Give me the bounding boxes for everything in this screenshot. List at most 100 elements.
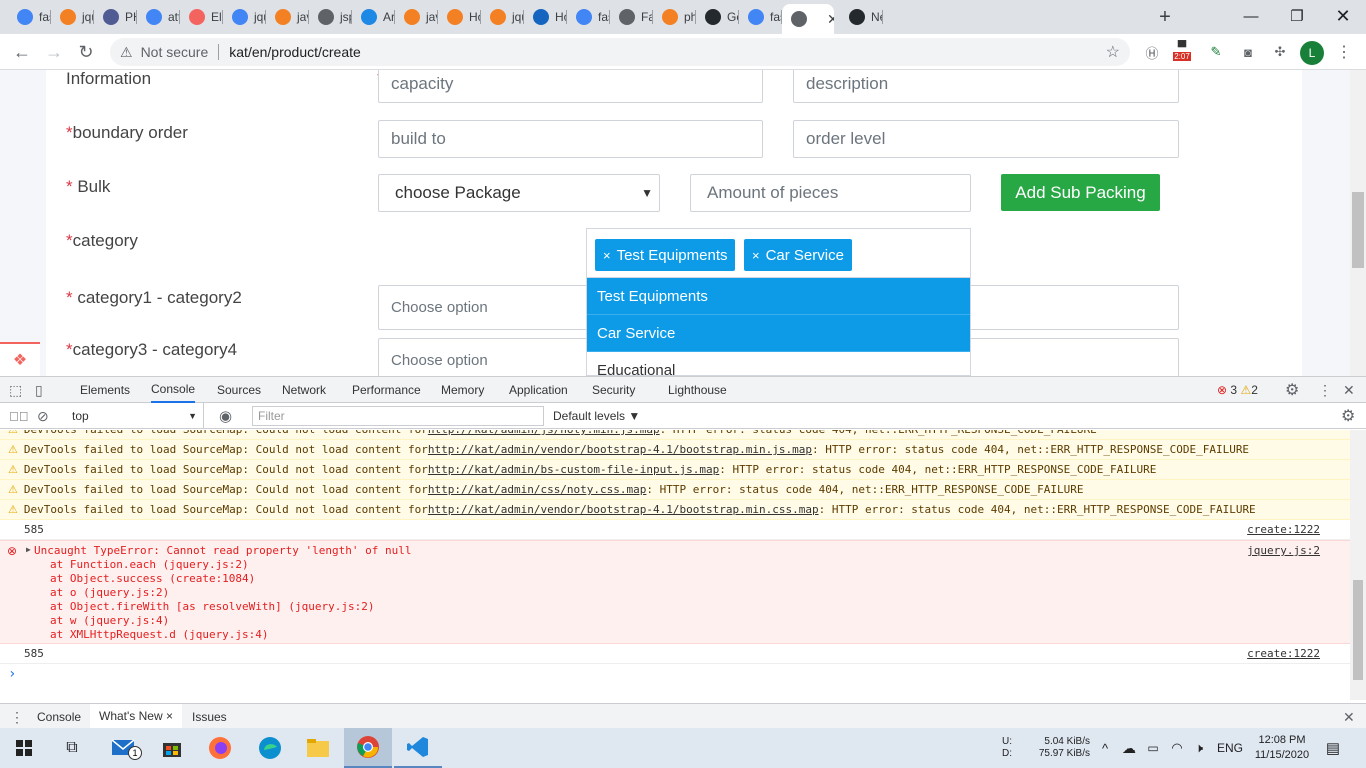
browser-tab[interactable]: java	[395, 4, 438, 30]
browser-tab[interactable]: jqu	[51, 4, 94, 30]
tray-chevron-icon[interactable]: ^	[1096, 728, 1114, 768]
error-count-badge[interactable]: ⊗ 3 ⚠ 2	[1217, 377, 1258, 403]
filter-input[interactable]: Filter	[252, 406, 544, 426]
edge-icon[interactable]	[246, 728, 294, 768]
task-view-icon[interactable]: ⧉	[48, 728, 96, 768]
drawer-tab-whats-new[interactable]: What's New ×	[90, 704, 182, 730]
browser-tab[interactable]: Fas	[610, 4, 653, 30]
browser-tab[interactable]: Ne	[840, 4, 883, 30]
eyedropper-extension-icon[interactable]: ✎	[1206, 42, 1226, 62]
onedrive-cloud-icon[interactable]: ☁	[1118, 728, 1140, 768]
tab-performance[interactable]: Performance	[352, 377, 421, 403]
tab-memory[interactable]: Memory	[441, 377, 484, 403]
inspect-element-icon[interactable]: ⬚	[9, 377, 22, 403]
context-select[interactable]: top ▼	[62, 403, 204, 429]
page-scrollbar-thumb[interactable]	[1352, 192, 1364, 268]
tab-console[interactable]: Console	[151, 377, 196, 403]
page-scrollbar[interactable]	[1350, 70, 1366, 376]
close-window-button[interactable]: ✕	[1320, 0, 1366, 32]
camera-extension-icon[interactable]: ◙	[1238, 42, 1258, 62]
close-tab-icon[interactable]: ✕	[827, 11, 834, 28]
chip-remove-icon[interactable]: ×	[603, 248, 611, 263]
browser-tab[interactable]: Ho	[438, 4, 481, 30]
browser-tab[interactable]: Ge	[696, 4, 739, 30]
error-source-link[interactable]: jquery.js:2	[1247, 544, 1320, 557]
eye-icon[interactable]: ◉	[219, 403, 232, 429]
mail-icon[interactable]: 1	[100, 728, 148, 768]
drawer-menu-icon[interactable]: ⋮	[10, 704, 24, 730]
category-chip[interactable]: × Car Service	[744, 239, 852, 271]
file-explorer-icon[interactable]	[294, 728, 342, 768]
dropdown-option[interactable]: Test Equipments	[587, 278, 970, 315]
add-sub-packing-button[interactable]: Add Sub Packing	[1001, 174, 1160, 211]
dropdown-option[interactable]: Educational	[587, 352, 970, 375]
wifi-icon[interactable]: ◠	[1166, 728, 1188, 768]
tab-elements[interactable]: Elements	[80, 377, 130, 403]
browser-tab[interactable]: PH	[94, 4, 137, 30]
console-settings-gear-icon[interactable]: ⚙	[1341, 403, 1355, 429]
firefox-icon[interactable]	[196, 728, 244, 768]
profile-avatar[interactable]: L	[1300, 41, 1324, 65]
chrome-taskbar-icon[interactable]	[344, 728, 392, 768]
warning-url-link[interactable]: http://kat/admin/css/noty.css.map	[428, 483, 647, 496]
log-source-link[interactable]: create:1222	[1247, 523, 1320, 536]
order-level-input[interactable]: order level	[793, 120, 1179, 158]
warning-url-link[interactable]: http://kat/admin/vendor/bootstrap-4.1/bo…	[428, 503, 819, 516]
browser-tab[interactable]: Arr	[352, 4, 395, 30]
console-scrollbar[interactable]	[1350, 430, 1366, 700]
package-select[interactable]: choose Package ▼	[378, 174, 660, 212]
browser-tab[interactable]: fas	[567, 4, 610, 30]
console-prompt[interactable]: ›	[0, 664, 1350, 684]
back-button[interactable]: ←	[8, 38, 36, 66]
warning-url-link[interactable]: http://kat/admin/js/noty.min.js.map	[428, 430, 660, 436]
browser-tab[interactable]: jsp	[309, 4, 352, 30]
browser-tab[interactable]: jqu	[223, 4, 266, 30]
browser-tab[interactable]: php	[653, 4, 696, 30]
clock[interactable]: 12:08 PM 11/15/2020	[1250, 733, 1314, 763]
dropdown-option[interactable]: Car Service	[587, 315, 970, 352]
tab-sources[interactable]: Sources	[217, 377, 261, 403]
address-bar[interactable]: ⚠ Not secure kat/en/product/create ☆	[110, 38, 1130, 66]
drawer-tab-console[interactable]: Console	[37, 704, 81, 730]
clear-console-icon[interactable]: ⊘	[37, 403, 49, 429]
warning-url-link[interactable]: http://kat/admin/bs-custom-file-input.js…	[428, 463, 719, 476]
default-levels-dropdown[interactable]: Default levels ▼	[553, 403, 640, 429]
devtools-menu-icon[interactable]: ⋮	[1318, 377, 1332, 403]
browser-tab[interactable]: ✕	[782, 4, 834, 34]
browser-tab[interactable]: jqu	[481, 4, 524, 30]
maximize-button[interactable]: ❐	[1274, 0, 1320, 32]
extension-h-icon[interactable]: Ⓗ	[1142, 42, 1162, 62]
close-tab-icon[interactable]: ×	[166, 709, 173, 723]
console-scrollbar-thumb[interactable]	[1353, 580, 1363, 680]
language-indicator[interactable]: ENG	[1212, 728, 1248, 768]
build-to-input[interactable]: build to	[378, 120, 763, 158]
laravel-debugbar-icon[interactable]: ❖	[0, 342, 40, 376]
category-multiselect[interactable]: × Test Equipments × Car Service	[586, 228, 971, 278]
show-sidebar-icon[interactable]: ▸⃞	[9, 403, 29, 429]
browser-menu-icon[interactable]: ⋮	[1336, 42, 1352, 62]
battery-icon[interactable]: ▭	[1142, 728, 1164, 768]
warning-url-link[interactable]: http://kat/admin/vendor/bootstrap-4.1/bo…	[428, 443, 812, 456]
windows-start-icon[interactable]	[0, 728, 48, 768]
store-icon[interactable]	[148, 728, 196, 768]
browser-tab[interactable]: att	[137, 4, 180, 30]
forward-button[interactable]: →	[40, 38, 68, 66]
tab-lighthouse[interactable]: Lighthouse	[668, 377, 727, 403]
category-chip[interactable]: × Test Equipments	[595, 239, 736, 271]
settings-gear-icon[interactable]: ⚙	[1285, 377, 1299, 403]
vscode-icon[interactable]	[394, 728, 442, 768]
close-drawer-icon[interactable]: ✕	[1343, 704, 1355, 730]
notifications-icon[interactable]: ▤	[1320, 728, 1346, 768]
bookmark-star-icon[interactable]: ☆	[1106, 42, 1120, 62]
drawer-tab-issues[interactable]: Issues	[192, 704, 227, 730]
tab-application[interactable]: Application	[509, 377, 568, 403]
capacity-input[interactable]: capacity	[378, 70, 763, 103]
timer-extension-icon[interactable]: ▀ 2:07	[1172, 41, 1192, 62]
browser-tab[interactable]: Ho	[524, 4, 567, 30]
log-source-link[interactable]: create:1222	[1247, 647, 1320, 660]
extensions-puzzle-icon[interactable]: ✣	[1270, 42, 1290, 62]
tab-network[interactable]: Network	[282, 377, 326, 403]
new-tab-button[interactable]: +	[1152, 4, 1178, 30]
browser-tab[interactable]: java	[266, 4, 309, 30]
expand-triangle-icon[interactable]: ▶	[26, 545, 31, 554]
